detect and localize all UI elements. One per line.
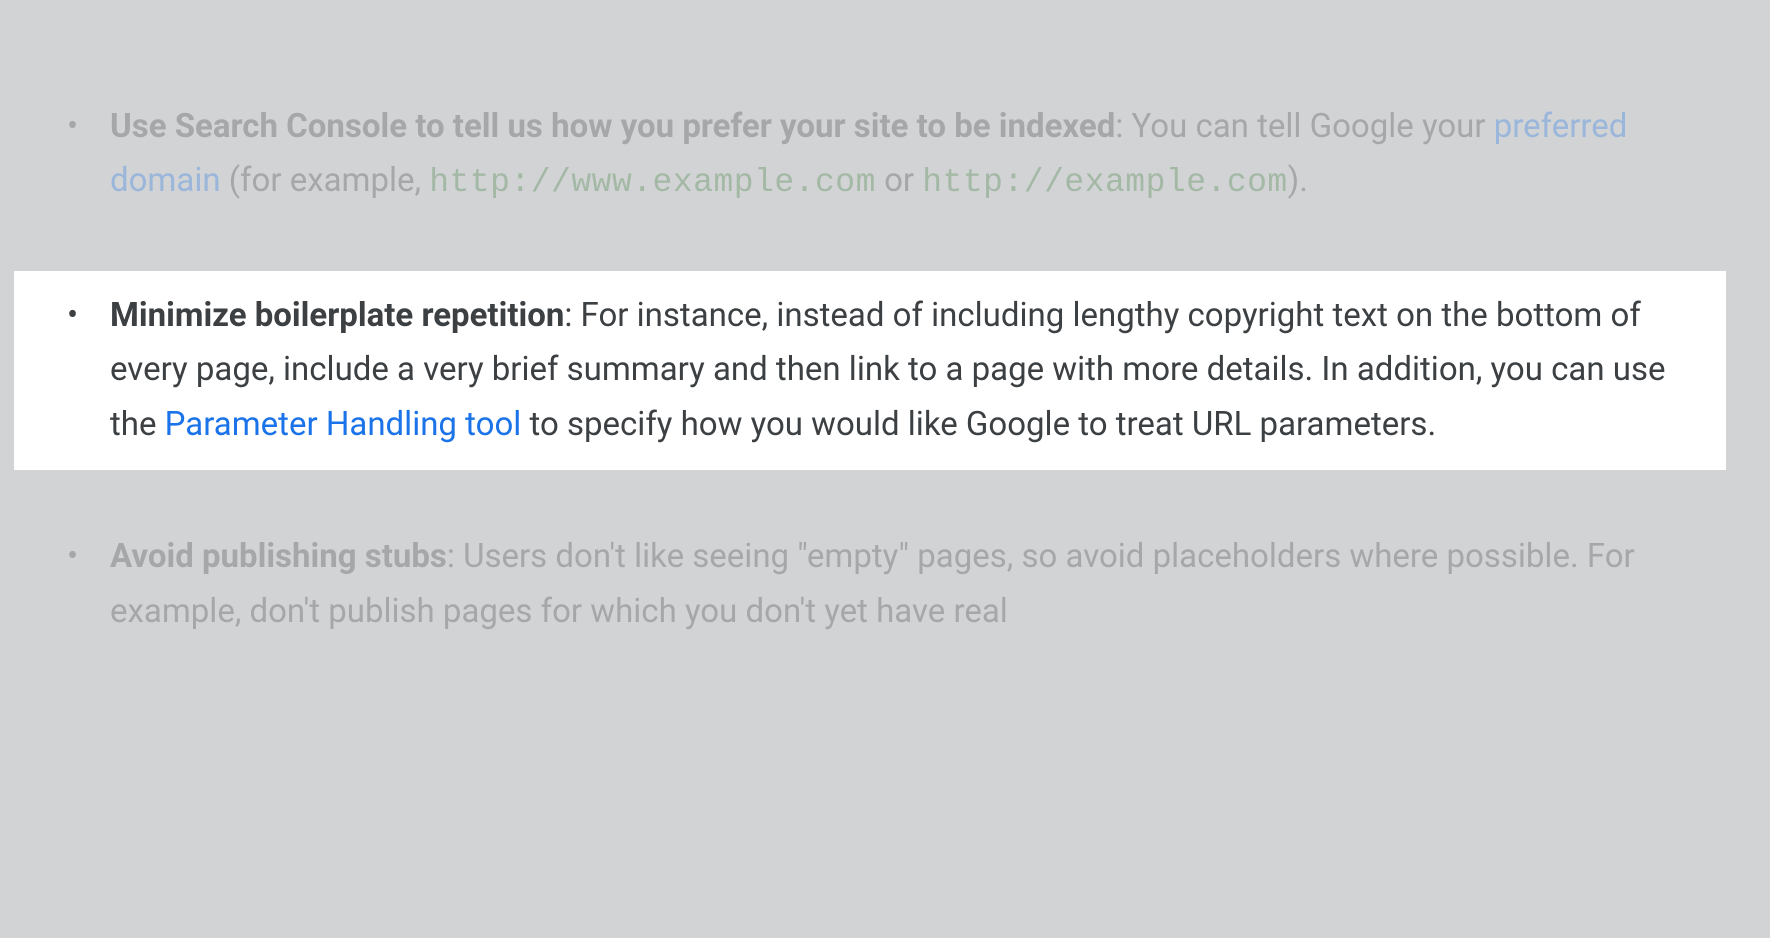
- guidelines-list: Use Search Console to tell us how you pr…: [54, 100, 1716, 639]
- item-body-text: ).: [1288, 161, 1308, 200]
- parameter-handling-tool-link[interactable]: Parameter Handling tool: [165, 405, 522, 444]
- list-item-highlighted: Minimize boilerplate repetition: For ins…: [14, 271, 1726, 470]
- item-body-text: (for example,: [221, 161, 430, 200]
- item-title: Use Search Console to tell us how you pr…: [110, 107, 1115, 146]
- item-body-text: or: [876, 161, 922, 200]
- code-sample: http://www.example.com: [429, 164, 876, 201]
- item-title: Minimize boilerplate repetition: [110, 296, 564, 335]
- list-item: Avoid publishing stubs: Users don't like…: [54, 530, 1716, 639]
- bottom-fade: [0, 798, 1770, 938]
- item-body-text: to specify how you would like Google to …: [521, 405, 1436, 444]
- list-item: Use Search Console to tell us how you pr…: [54, 100, 1716, 211]
- item-title: Avoid publishing stubs: [110, 537, 447, 576]
- code-sample: http://example.com: [922, 164, 1287, 201]
- item-body-text: : You can tell Google your: [1115, 107, 1493, 146]
